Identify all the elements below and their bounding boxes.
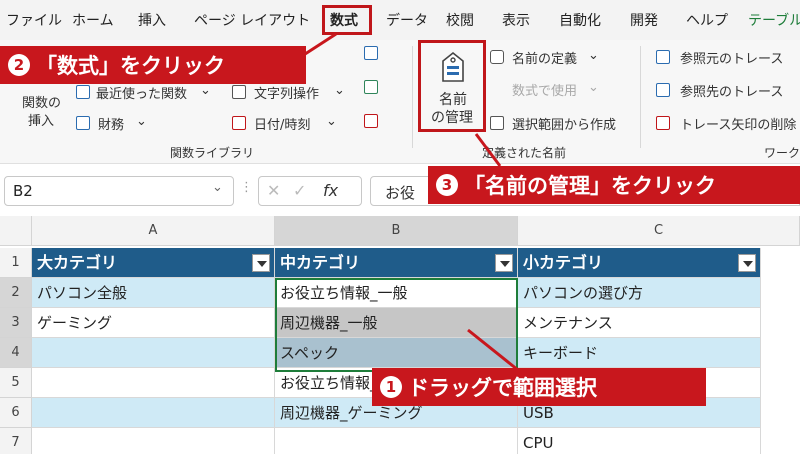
table-header-cell[interactable]: 小カテゴリ: [518, 248, 761, 278]
table-header-cell[interactable]: 中カテゴリ: [275, 248, 518, 278]
table-cell[interactable]: パソコン全般: [32, 278, 275, 308]
row-header[interactable]: 5: [0, 368, 32, 398]
more-functions-icon[interactable]: [364, 114, 378, 128]
remove-arrows-icon: [656, 116, 670, 130]
tab-data[interactable]: データ: [386, 10, 428, 30]
callout-3-pointer: [474, 133, 502, 167]
financial-button[interactable]: 財務: [98, 114, 124, 133]
datetime-icon: [232, 116, 246, 130]
trace-precedents-button[interactable]: 参照元のトレース: [680, 48, 783, 67]
trace-dependents-icon: [656, 83, 670, 97]
formula-auditing-label: ワーク: [764, 146, 800, 160]
recent-functions-button[interactable]: 最近使った関数: [96, 83, 187, 102]
row-header[interactable]: 4: [0, 338, 32, 368]
table-cell[interactable]: ゲーミング: [32, 308, 275, 338]
chevron-down-icon: ⌄: [136, 114, 147, 129]
formula-controls: ✕ ✓ fx: [258, 176, 362, 206]
tab-help[interactable]: ヘルプ: [686, 10, 728, 30]
chevron-down-icon: ⌄: [326, 114, 337, 129]
callout-step-1: 1 ドラッグで範囲選択: [372, 368, 706, 406]
chevron-down-icon: ⌄: [200, 83, 211, 98]
chevron-down-icon: ⌄: [588, 48, 599, 63]
insert-function-icon[interactable]: fx: [323, 181, 338, 200]
table-cell[interactable]: [32, 368, 275, 398]
table-cell[interactable]: [275, 428, 518, 454]
name-manager-button[interactable]: 名前 の管理: [418, 40, 486, 132]
enter-icon[interactable]: ✓: [293, 181, 306, 200]
tab-review[interactable]: 校閲: [446, 10, 474, 30]
financial-icon: [76, 116, 90, 130]
table-cell[interactable]: パソコンの選び方: [518, 278, 761, 308]
remove-arrows-button[interactable]: トレース矢印の削除: [680, 114, 796, 133]
chevron-down-icon[interactable]: ⌄: [212, 180, 223, 195]
chevron-down-icon: ⌄: [334, 83, 345, 98]
tab-insert[interactable]: 挿入: [138, 10, 166, 30]
row-header[interactable]: 6: [0, 398, 32, 428]
tab-view[interactable]: 表示: [502, 10, 530, 30]
trace-precedents-icon: [656, 50, 670, 64]
callout-step-2: 2 「数式」をクリック: [0, 46, 306, 84]
row-header[interactable]: 7: [0, 428, 32, 454]
trace-dependents-button[interactable]: 参照先のトレース: [680, 81, 783, 100]
tab-automate[interactable]: 自動化: [559, 10, 601, 30]
chevron-down-icon: ⌄: [588, 80, 599, 95]
tag-icon: [490, 50, 504, 64]
callout-1-pointer: [467, 328, 519, 372]
lookup-icon[interactable]: [364, 46, 378, 60]
table-cell[interactable]: お役立ち情報_一般: [275, 278, 518, 308]
column-header-c[interactable]: C: [518, 216, 800, 246]
define-name-button[interactable]: 名前の定義: [512, 48, 577, 67]
datetime-button[interactable]: 日付/時刻: [254, 114, 310, 133]
table-cell[interactable]: [32, 428, 275, 454]
more-options-icon: ⋮: [240, 180, 253, 195]
callout-2-pointer: [301, 32, 337, 58]
create-from-selection-icon: [490, 116, 504, 130]
filter-dropdown-icon[interactable]: [738, 254, 756, 272]
cancel-icon[interactable]: ✕: [267, 181, 280, 200]
divider: [640, 46, 641, 148]
table-header-cell[interactable]: 大カテゴリ: [32, 248, 275, 278]
tab-table[interactable]: テーブル: [748, 10, 800, 30]
filter-dropdown-icon[interactable]: [495, 254, 513, 272]
table-cell[interactable]: メンテナンス: [518, 308, 761, 338]
select-all-corner[interactable]: [0, 216, 32, 246]
filter-dropdown-icon[interactable]: [252, 254, 270, 272]
column-header-b[interactable]: B: [275, 216, 518, 246]
row-header[interactable]: 2: [0, 278, 32, 308]
row-header[interactable]: 3: [0, 308, 32, 338]
tab-file[interactable]: ファイル: [6, 10, 62, 30]
callout-step-3: 3 「名前の管理」をクリック: [428, 166, 800, 204]
text-functions-button[interactable]: 文字列操作: [254, 83, 319, 102]
function-library-label: 関数ライブラリ: [170, 146, 255, 160]
table-cell[interactable]: キーボード: [518, 338, 761, 368]
divider: [412, 46, 413, 148]
tab-developer[interactable]: 開発: [630, 10, 658, 30]
tab-home[interactable]: ホーム: [72, 10, 114, 30]
name-manager-icon: [442, 51, 464, 82]
math-icon[interactable]: [364, 80, 378, 94]
menu-bar: ファイル ホーム 挿入 ページ レイアウト 数式 データ 校閲 表示 自動化 開…: [0, 0, 800, 40]
name-box[interactable]: B2: [4, 176, 234, 206]
use-in-formula-button[interactable]: 数式で使用: [512, 80, 577, 99]
table-cell[interactable]: CPU: [518, 428, 761, 454]
row-header[interactable]: 1: [0, 248, 32, 278]
create-from-selection-button[interactable]: 選択範囲から作成: [512, 114, 616, 133]
recent-functions-icon: [76, 85, 90, 99]
tab-page-layout[interactable]: ページ レイアウト: [194, 10, 310, 30]
table-cell[interactable]: [32, 398, 275, 428]
text-functions-icon: [232, 85, 246, 99]
table-cell[interactable]: [32, 338, 275, 368]
column-header-a[interactable]: A: [32, 216, 275, 246]
